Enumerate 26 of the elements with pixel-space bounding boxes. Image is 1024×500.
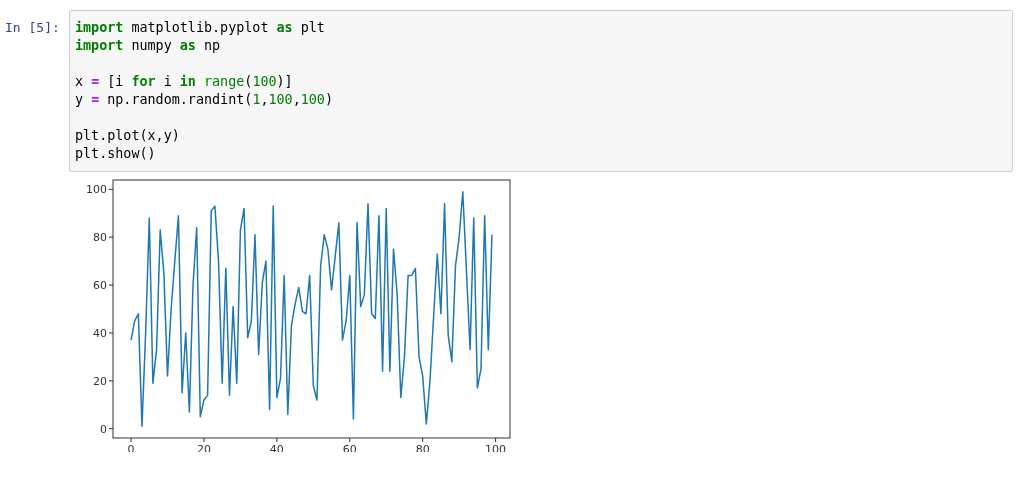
- code-line: import matplotlib.pyplot as plt: [75, 19, 325, 37]
- input-prompt: In [5]:: [4, 19, 61, 37]
- code-line: y = np.random.randint(1,100,100): [75, 91, 333, 109]
- tick-mark: [422, 437, 424, 443]
- tick-mark: [108, 188, 114, 190]
- code-line: plt.plot(x,y): [75, 127, 180, 145]
- code-line: x = [i for i in range(100)]: [75, 73, 293, 91]
- tick-mark: [108, 428, 114, 430]
- tick-mark: [108, 236, 114, 238]
- code-line: plt.show(): [75, 145, 156, 163]
- tick-mark: [108, 332, 114, 334]
- y-tick-label: 0: [100, 422, 107, 436]
- code-cell[interactable]: import matplotlib.pyplot as plt import numpy as np x = [i for i in range(100)] y = np.random.randint(1,100,100) plt.plot(x,y) plt.show(): [69, 10, 1013, 172]
- y-tick-label: 80: [93, 231, 107, 245]
- tick-mark: [130, 437, 132, 443]
- tick-mark: [203, 437, 205, 443]
- tick-mark: [495, 437, 497, 443]
- tick-mark: [349, 437, 351, 443]
- code-line: import numpy as np: [75, 37, 221, 55]
- y-tick-label: 100: [86, 183, 107, 197]
- y-tick-label: 20: [93, 374, 107, 388]
- y-tick-label: 40: [93, 326, 107, 340]
- tick-mark: [108, 284, 114, 286]
- tick-mark: [276, 437, 278, 443]
- tick-mark: [108, 380, 114, 382]
- y-tick-label: 60: [93, 279, 107, 293]
